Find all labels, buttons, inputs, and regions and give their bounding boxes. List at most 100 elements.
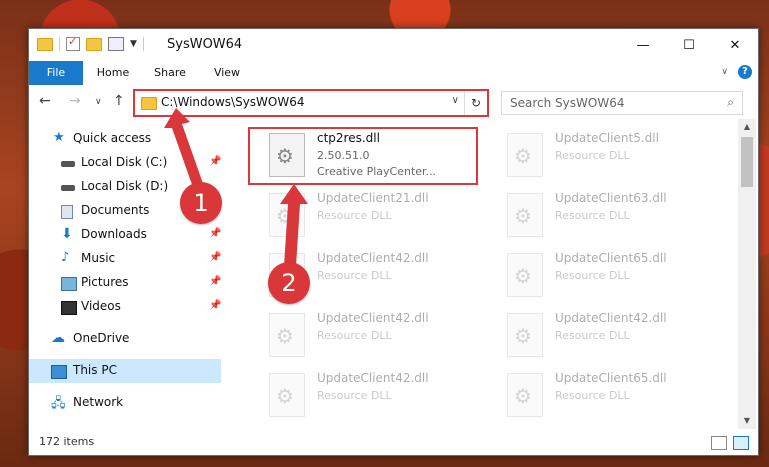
ribbon-tabs: File Home Share View ∨ ? [29, 61, 758, 86]
folder-icon [141, 97, 157, 110]
file-item[interactable]: UpdateClient42.dll Resource DLL [489, 307, 719, 363]
dll-file-icon [507, 313, 543, 357]
file-name: UpdateClient65.dll [555, 251, 667, 265]
ribbon-right-controls: ∨ ? [721, 65, 752, 79]
customize-toolbar-dropdown-icon[interactable]: ▼ [130, 39, 137, 49]
scroll-up-icon[interactable]: ▲ [738, 119, 756, 135]
star-icon: ★ [53, 130, 65, 145]
forward-arrow-icon[interactable]: → [69, 93, 81, 109]
search-input[interactable]: Search SysWOW64 ⌕ [501, 91, 743, 115]
address-dropdown-icon[interactable]: ∨ [452, 95, 459, 106]
dll-file-icon [269, 373, 305, 417]
pin-icon: 📌 [209, 276, 222, 287]
nav-label: Documents [81, 203, 150, 217]
file-name: UpdateClient42.dll [317, 251, 429, 265]
address-input[interactable]: C:\Windows\SysWOW64 ∨ ↻ [133, 89, 489, 117]
window-title: SysWOW64 [167, 37, 243, 52]
nav-item-downloads[interactable]: ⬇ Downloads 📌 [29, 223, 221, 247]
expand-ribbon-icon[interactable]: ∨ [721, 67, 728, 77]
up-arrow-icon[interactable]: ↑ [113, 93, 125, 109]
nav-network[interactable]: 🖧 Network [29, 391, 221, 415]
file-name: UpdateClient42.dll [317, 311, 429, 325]
drive-icon [61, 185, 75, 191]
file-type: Resource DLL [555, 389, 630, 402]
file-name: UpdateClient5.dll [555, 131, 659, 145]
tab-home[interactable]: Home [91, 61, 135, 85]
help-icon[interactable]: ? [738, 65, 752, 79]
callout-2: 2 [268, 262, 310, 304]
nav-label: Videos [81, 299, 121, 313]
scroll-down-icon[interactable]: ▼ [738, 413, 756, 429]
search-icon: ⌕ [727, 95, 734, 109]
nav-label: Quick access [73, 131, 152, 145]
dll-file-icon [507, 253, 543, 297]
file-type: Resource DLL [555, 209, 630, 222]
maximize-button[interactable]: ☐ [666, 29, 712, 61]
dll-file-icon [507, 193, 543, 237]
dll-file-icon [507, 133, 543, 177]
file-item[interactable]: UpdateClient42.dll Resource DLL [251, 307, 481, 363]
drive-icon [61, 161, 75, 167]
file-item[interactable]: UpdateClient42.dll Resource DLL [251, 367, 481, 423]
search-placeholder: Search SysWOW64 [510, 96, 625, 110]
nav-item-local-disk-c[interactable]: Local Disk (C:) 📌 [29, 151, 221, 175]
cloud-icon: ☁ [51, 330, 65, 346]
file-explorer-window: ▼ SysWOW64 — ☐ ✕ File Home Share View ∨ … [28, 28, 759, 456]
music-icon: ♪ [61, 250, 70, 265]
file-type: Resource DLL [317, 329, 392, 342]
file-highlight-annotation [248, 127, 478, 185]
recent-locations-icon[interactable]: ∨ [95, 97, 102, 107]
nav-quick-access[interactable]: ★ Quick access [29, 127, 221, 151]
tab-share[interactable]: Share [147, 61, 193, 85]
back-arrow-icon[interactable]: ← [39, 93, 51, 109]
window-controls: — ☐ ✕ [620, 29, 758, 61]
nav-item-pictures[interactable]: Pictures 📌 [29, 271, 221, 295]
nav-label: Downloads [81, 227, 147, 241]
file-type: Resource DLL [555, 149, 630, 162]
pin-icon: 📌 [209, 156, 222, 167]
file-item[interactable]: UpdateClient21.dll Resource DLL [251, 187, 481, 243]
minimize-button[interactable]: — [620, 29, 666, 61]
file-item[interactable]: UpdateClient65.dll Resource DLL [489, 367, 719, 423]
nav-item-music[interactable]: ♪ Music 📌 [29, 247, 221, 271]
file-type: Resource DLL [317, 209, 392, 222]
refresh-icon[interactable]: ↻ [464, 91, 487, 115]
vertical-scrollbar[interactable]: ▲ ▼ [738, 119, 756, 429]
title-bar: ▼ SysWOW64 — ☐ ✕ [29, 29, 758, 61]
nav-label: Network [73, 395, 124, 409]
properties-icon[interactable] [108, 37, 124, 51]
file-item[interactable]: UpdateClient65.dll Resource DLL [489, 247, 719, 303]
nav-label: Local Disk (C:) [81, 155, 168, 169]
file-type: Resource DLL [555, 269, 630, 282]
documents-icon [61, 205, 73, 219]
pin-icon: 📌 [209, 300, 222, 311]
nav-label: Music [81, 251, 116, 265]
close-button[interactable]: ✕ [712, 29, 758, 61]
details-view-icon[interactable] [711, 436, 727, 450]
pin-icon: 📌 [209, 252, 222, 263]
nav-this-pc[interactable]: This PC [29, 359, 221, 383]
nav-label: Pictures [81, 275, 129, 289]
address-path: C:\Windows\SysWOW64 [161, 95, 305, 109]
pictures-icon [61, 277, 77, 291]
file-type: Resource DLL [317, 269, 392, 282]
properties-check-icon[interactable] [66, 35, 80, 51]
tab-view[interactable]: View [207, 61, 247, 85]
file-name: UpdateClient42.dll [317, 371, 429, 385]
large-icons-view-icon[interactable] [733, 436, 749, 450]
tab-file[interactable]: File [29, 61, 83, 85]
callout-1: 1 [180, 182, 222, 224]
computer-icon [51, 365, 67, 379]
nav-item-videos[interactable]: Videos 📌 [29, 295, 221, 319]
status-bar: 172 items [29, 429, 758, 455]
scroll-thumb[interactable] [741, 137, 753, 187]
nav-onedrive[interactable]: ☁ OneDrive [29, 327, 221, 351]
file-type: Resource DLL [317, 389, 392, 402]
file-name: UpdateClient21.dll [317, 191, 429, 205]
item-count: 172 items [39, 435, 95, 448]
new-folder-icon[interactable] [86, 37, 102, 51]
file-name: UpdateClient65.dll [555, 371, 667, 385]
file-item[interactable]: UpdateClient5.dll Resource DLL [489, 127, 719, 183]
nav-label: OneDrive [73, 331, 130, 345]
file-item[interactable]: UpdateClient63.dll Resource DLL [489, 187, 719, 243]
